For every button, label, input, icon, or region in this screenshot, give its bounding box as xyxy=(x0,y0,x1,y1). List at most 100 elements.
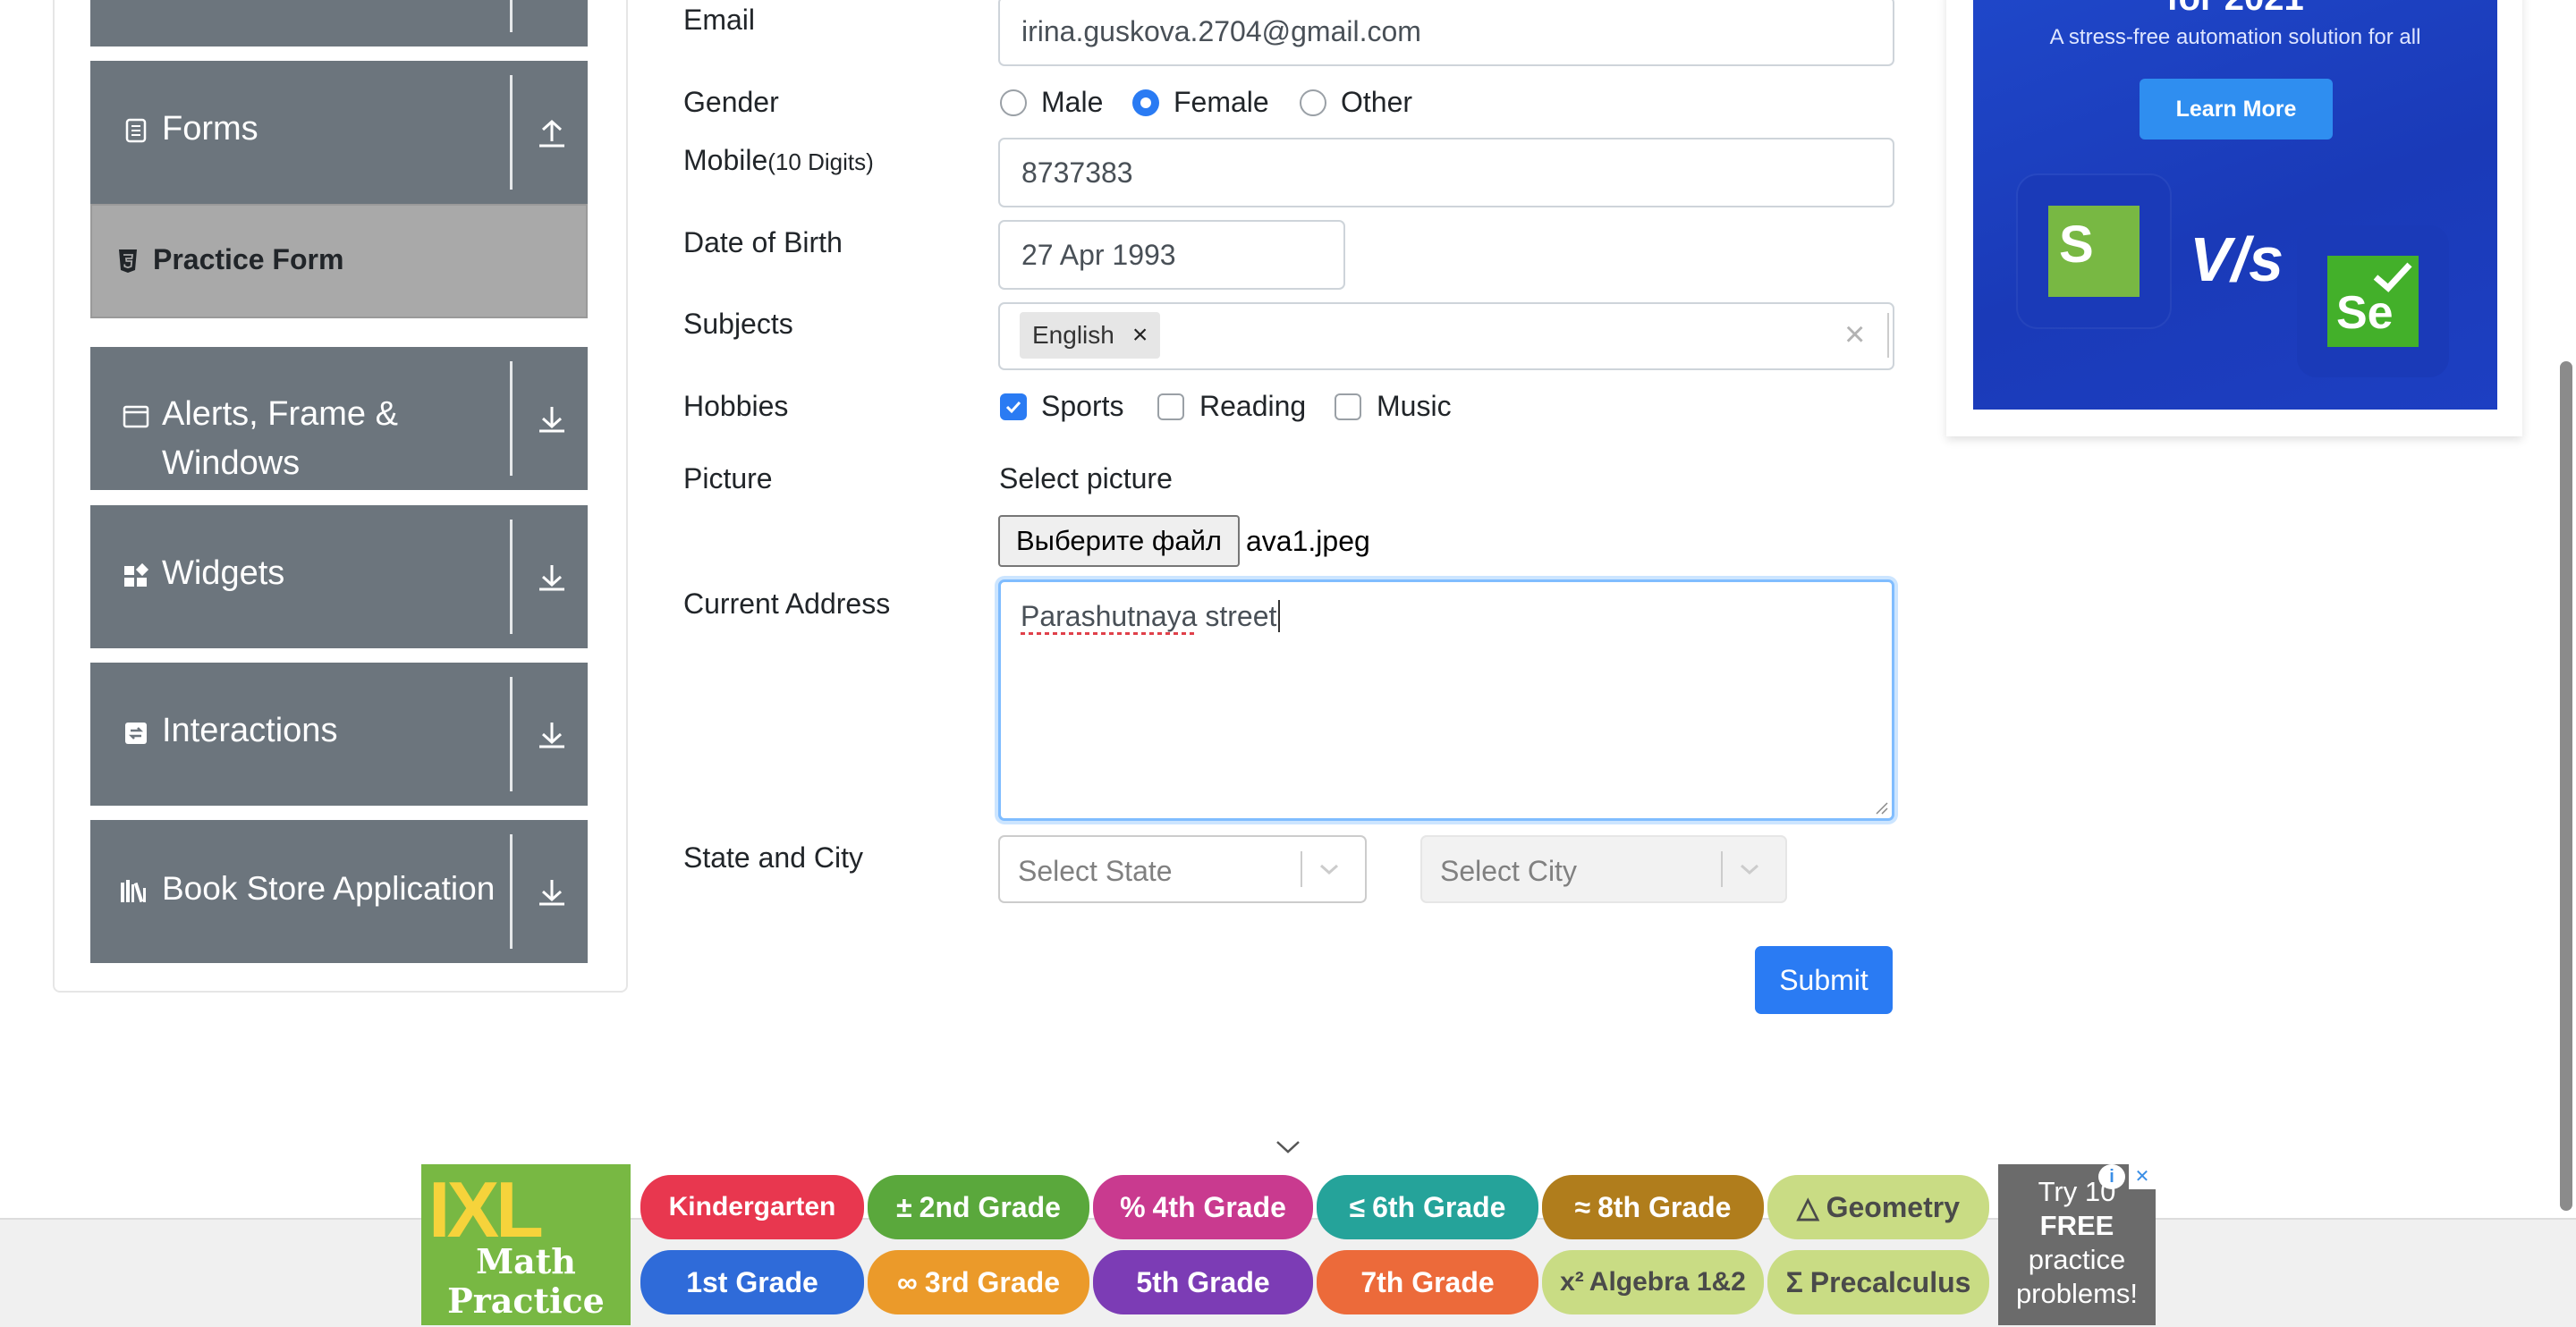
pill-6th-grade[interactable]: ≤6th Grade xyxy=(1317,1175,1538,1239)
group-separator xyxy=(510,75,513,190)
pill-kindergarten[interactable]: Kindergarten xyxy=(640,1175,864,1239)
file-name: ava1.jpeg xyxy=(1246,525,1370,557)
date-of-birth-input[interactable]: 27 Apr 1993 xyxy=(998,220,1345,290)
ad-banner[interactable]: for 2021 A stress-free automation soluti… xyxy=(1973,0,2497,410)
mobile-field[interactable]: 8737383 xyxy=(998,138,1894,207)
email-value: irina.guskova.2704@gmail.com xyxy=(1021,14,1421,47)
sidebar-group-interactions[interactable]: Interactions xyxy=(90,663,588,806)
submit-button[interactable]: Submit xyxy=(1755,946,1893,1014)
chip-remove-icon[interactable]: × xyxy=(1127,320,1161,351)
ad-tagline: A stress-free automation solution for al… xyxy=(2049,25,2421,49)
city-select[interactable]: Select City xyxy=(1420,835,1787,903)
subjects-label: Subjects xyxy=(683,308,793,340)
pill-1st-grade[interactable]: 1st Grade xyxy=(640,1250,864,1314)
picture-label: Picture xyxy=(683,462,773,494)
checkmark-icon xyxy=(1005,401,1021,414)
pill-3rd-grade[interactable]: ∞ 3rd Grade xyxy=(868,1250,1089,1314)
katalon-logo-letter: S xyxy=(2059,216,2094,274)
pill-label: 7th Grade xyxy=(1360,1265,1495,1298)
ad-logo-tile-left: S xyxy=(2018,175,2170,327)
pill-glyph: x² xyxy=(1560,1267,1584,1297)
pill-5th-grade[interactable]: 5th Grade xyxy=(1093,1250,1313,1314)
state-placeholder: Select State xyxy=(1018,855,1173,887)
sidebar-group-previous[interactable] xyxy=(90,0,588,46)
gender-label: Gender xyxy=(683,86,779,118)
pill-precalculus[interactable]: Σ Precalculus xyxy=(1767,1250,1989,1314)
current-address-textarea[interactable]: Parashutnaya street xyxy=(998,579,1894,821)
try-line4: problems! xyxy=(2015,1278,2139,1309)
choose-file-button[interactable]: Выберите файл xyxy=(998,515,1240,567)
hobby-option-label[interactable]: Reading xyxy=(1199,390,1306,423)
pill-8th-grade[interactable]: ≈8th Grade xyxy=(1542,1175,1764,1239)
clear-icon[interactable]: × xyxy=(1844,315,1865,355)
ixl-sub1: Math xyxy=(476,1241,576,1281)
resize-handle-icon[interactable] xyxy=(1874,800,1888,815)
ixl-logo[interactable]: IXL Math Practice xyxy=(421,1164,631,1325)
group-separator xyxy=(510,677,513,791)
address-value: Parashutnaya street xyxy=(1021,600,1277,632)
sidebar-group-forms[interactable]: Forms xyxy=(90,61,588,204)
email-field[interactable]: irina.guskova.2704@gmail.com xyxy=(998,0,1894,66)
mobile-value: 8737383 xyxy=(1021,156,1133,189)
sidebar-group-alerts[interactable]: Alerts, Frame & Windows xyxy=(90,347,588,490)
download-icon[interactable] xyxy=(537,719,567,749)
ad-info-icon[interactable]: i xyxy=(2098,1164,2125,1189)
sidebar-group-label: Alerts, Frame & xyxy=(162,395,398,433)
subject-chip-label: English xyxy=(1032,321,1114,349)
download-icon[interactable] xyxy=(537,403,567,434)
gender-option-label[interactable]: Other xyxy=(1341,86,1412,119)
ad-vs-text: V/s xyxy=(2190,224,2284,294)
state-select[interactable]: Select State xyxy=(998,835,1367,903)
hobby-option-label[interactable]: Sports xyxy=(1041,390,1123,423)
gender-radio-other[interactable] xyxy=(1300,89,1326,116)
group-separator xyxy=(510,520,513,634)
select-separator xyxy=(1301,851,1302,887)
sidebar-group-label-line2: Windows xyxy=(162,444,301,482)
pill-4th-grade[interactable]: % 4th Grade xyxy=(1093,1175,1313,1239)
pill-2nd-grade[interactable]: ±2nd Grade xyxy=(868,1175,1089,1239)
pill-glyph: % xyxy=(1120,1190,1146,1223)
scrollbar-thumb[interactable] xyxy=(2560,361,2572,1211)
pill-label: Precalculus xyxy=(1809,1265,1971,1298)
upload-icon[interactable] xyxy=(537,118,567,148)
hobby-option-label[interactable]: Music xyxy=(1377,390,1452,423)
books-icon xyxy=(121,880,146,903)
pill-glyph: ± xyxy=(896,1190,912,1223)
pill-algebra[interactable]: x² Algebra 1&2 xyxy=(1542,1250,1764,1314)
dob-label: Date of Birth xyxy=(683,226,843,258)
pill-7th-grade[interactable]: 7th Grade xyxy=(1317,1250,1538,1314)
select-picture-label: Select picture xyxy=(999,462,1173,494)
city-placeholder: Select City xyxy=(1440,855,1577,887)
sidebar-group-book-store[interactable]: Book Store Application xyxy=(90,820,588,963)
hobby-checkbox-music[interactable] xyxy=(1335,393,1361,420)
pill-label: Geometry xyxy=(1826,1190,1960,1223)
ad-headline: for 2021 xyxy=(1973,0,2497,19)
spellcheck-underline xyxy=(1021,632,1196,635)
hobby-checkbox-sports[interactable] xyxy=(1000,393,1027,420)
chevron-down-icon[interactable] xyxy=(1275,1139,1301,1155)
pill-label: 4th Grade xyxy=(1152,1190,1286,1223)
gender-radio-male[interactable] xyxy=(1000,89,1027,116)
download-icon[interactable] xyxy=(537,562,567,592)
pill-label: 8th Grade xyxy=(1597,1190,1732,1223)
gender-option-label[interactable]: Male xyxy=(1041,86,1103,119)
mobile-label: Mobile(10 Digits) xyxy=(683,144,874,177)
pill-geometry[interactable]: △ Geometry xyxy=(1767,1175,1989,1239)
pill-label: 5th Grade xyxy=(1136,1265,1270,1298)
address-label: Current Address xyxy=(683,587,891,620)
pill-glyph: Σ xyxy=(1785,1265,1803,1298)
download-icon[interactable] xyxy=(537,876,567,907)
subjects-separator xyxy=(1887,313,1889,358)
sidebar-item-practice-form[interactable]: Practice Form xyxy=(90,204,588,318)
ad-logo-tile-right: Se xyxy=(2297,225,2449,377)
ad-close-icon[interactable]: ✕ xyxy=(2129,1164,2156,1189)
gender-radio-female[interactable] xyxy=(1132,89,1159,116)
html5-icon xyxy=(119,249,137,273)
mobile-hint: (10 Digits) xyxy=(767,148,874,175)
sidebar-group-widgets[interactable]: Widgets xyxy=(90,505,588,648)
learn-more-button[interactable]: Learn More xyxy=(2140,79,2333,139)
pill-label: 1st Grade xyxy=(686,1265,818,1298)
state-city-label: State and City xyxy=(683,841,863,874)
hobby-checkbox-reading[interactable] xyxy=(1157,393,1184,420)
gender-option-label[interactable]: Female xyxy=(1174,86,1269,119)
